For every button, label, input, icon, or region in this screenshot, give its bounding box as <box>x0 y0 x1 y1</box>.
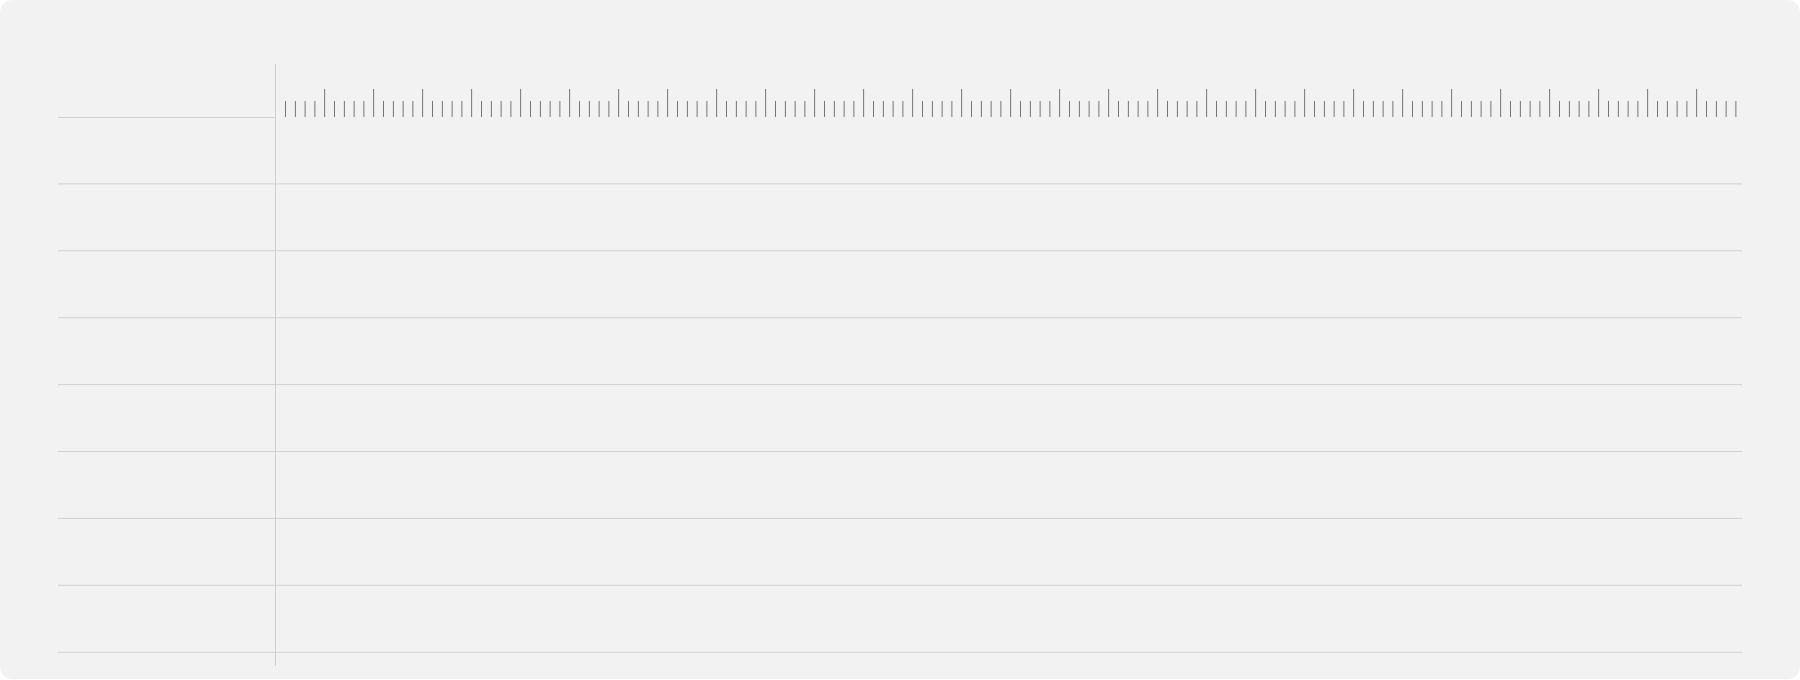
track-row[interactable] <box>58 184 1742 251</box>
track-row[interactable] <box>58 585 1742 652</box>
track-row[interactable] <box>58 518 1742 585</box>
timeline-canvas <box>0 0 1800 679</box>
timeline-panel <box>0 0 1800 679</box>
track-row[interactable] <box>58 251 1742 318</box>
track-row[interactable] <box>58 452 1742 519</box>
track-row[interactable] <box>58 318 1742 385</box>
track-row[interactable] <box>58 117 1742 184</box>
track-row[interactable] <box>58 385 1742 452</box>
track-rows <box>58 117 1742 653</box>
